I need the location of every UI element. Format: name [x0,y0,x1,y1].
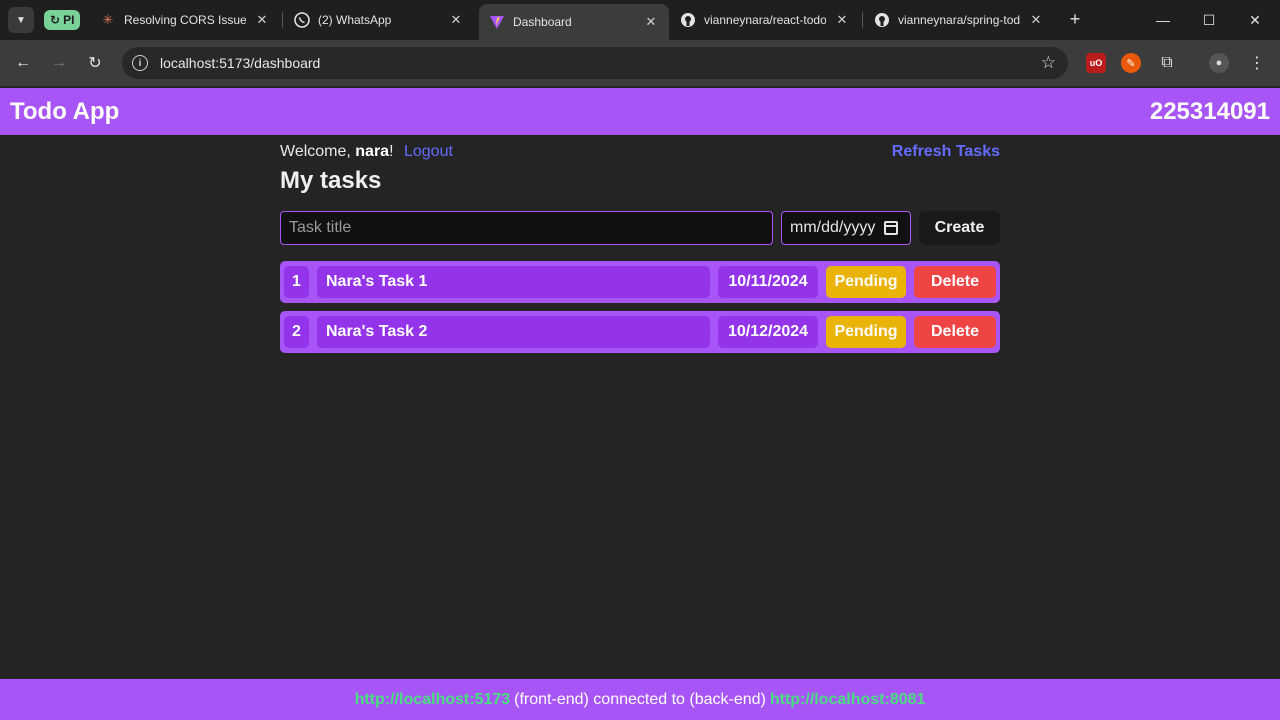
task-list: 1 Nara's Task 1 10/11/2024 Pending Delet… [280,261,1000,361]
whatsapp-icon [294,12,310,28]
task-title: Nara's Task 2 [317,316,710,348]
new-tab-button[interactable]: + [1064,8,1086,30]
task-row: 2 Nara's Task 2 10/12/2024 Pending Delet… [280,311,1000,353]
site-info-icon[interactable]: i [132,55,148,71]
welcome-suffix: ! [389,143,394,160]
backend-url: http://localhost:8081 [769,690,926,708]
puzzle-icon[interactable]: ⧉ [1157,53,1177,73]
welcome-message: Welcome, nara! Logout [280,143,453,161]
close-icon[interactable]: ✕ [643,14,659,30]
create-button[interactable]: Create [919,211,1000,245]
plus-icon: + [1069,8,1081,29]
task-title-input[interactable] [280,211,773,245]
tab-group-chip[interactable]: ↻ PI [44,10,81,30]
tab-title: Resolving CORS Issues [124,13,246,27]
arrow-right-icon: → [51,54,67,71]
more-menu-icon[interactable]: ⋮ [1247,53,1267,73]
tab-separator [282,12,283,28]
url-text[interactable]: localhost:5173/dashboard [160,55,1041,71]
task-date: 10/12/2024 [718,316,818,348]
address-bar[interactable]: i localhost:5173/dashboard ☆ [122,47,1068,79]
close-window-button[interactable]: ✕ [1232,0,1278,40]
delete-button[interactable]: Delete [914,266,996,298]
task-date: 10/11/2024 [718,266,818,298]
ublock-extension-icon[interactable]: uO [1086,53,1106,73]
github-icon [680,12,696,28]
status-toggle-button[interactable]: Pending [826,316,906,348]
reload-icon: ↻ [88,55,102,72]
minimize-button[interactable]: — [1140,0,1186,40]
calendar-icon[interactable] [884,221,898,235]
tab-search-button[interactable]: ▼ [8,7,34,33]
task-title: Nara's Task 1 [317,266,710,298]
close-icon[interactable]: ✕ [254,12,270,28]
footer-text: (front-end) connected to (back-end) [514,690,766,708]
task-id: 2 [284,316,309,348]
username: nara [355,143,390,160]
tab-group-label: PI [63,13,75,27]
profile-avatar[interactable]: ● [1209,53,1229,73]
forward-button[interactable]: → [46,50,72,76]
tab-title: vianneynara/spring-todo [898,13,1020,27]
user-id: 225314091 [1149,97,1270,125]
back-button[interactable]: ← [10,50,36,76]
tab-spring-todo[interactable]: vianneynara/spring-todo ✕ [864,4,1054,36]
tab-title: vianneynara/react-todo [704,13,826,27]
arrow-left-icon: ← [15,54,31,71]
maximize-icon: ☐ [1202,11,1216,28]
github-icon [874,12,890,28]
app-header: Todo App 225314091 [0,88,1280,135]
close-icon[interactable]: ✕ [448,12,464,28]
vite-icon [489,14,505,30]
tab-dashboard[interactable]: Dashboard ✕ [479,4,669,40]
delete-button[interactable]: Delete [914,316,996,348]
extension-icon[interactable]: ✎ [1121,53,1141,73]
status-toggle-button[interactable]: Pending [826,266,906,298]
tab-title: Dashboard [513,15,572,29]
tab-cors[interactable]: ✳ Resolving CORS Issues ✕ [90,4,280,36]
app-title: Todo App [10,97,120,125]
asterisk-icon: ✳ [102,12,114,27]
tab-react-todo[interactable]: vianneynara/react-todo ✕ [670,4,860,36]
welcome-prefix: Welcome, [280,143,356,160]
tab-separator [862,12,863,28]
task-date-input[interactable]: mm/dd/yyyy [781,211,911,245]
bookmark-star-icon[interactable]: ☆ [1041,53,1056,73]
date-placeholder: mm/dd/yyyy [790,219,876,236]
tab-whatsapp[interactable]: (2) WhatsApp ✕ [284,4,474,36]
browser-toolbar: ← → ↻ i localhost:5173/dashboard ☆ uO ✎ … [0,40,1280,87]
browser-tab-bar: ▼ ↻ PI ✳ Resolving CORS Issues ✕ (2) Wha… [0,0,1280,40]
logout-link[interactable]: Logout [404,143,453,160]
frontend-url: http://localhost:5173 [354,690,511,708]
maximize-button[interactable]: ☐ [1186,0,1232,40]
welcome-row: Welcome, nara! Logout Refresh Tasks [280,143,1000,161]
create-task-form: mm/dd/yyyy Create [280,211,1000,245]
refresh-group-icon: ↻ [50,13,61,27]
close-icon[interactable]: ✕ [834,12,850,28]
tab-title: (2) WhatsApp [318,13,392,27]
page-title: My tasks [280,167,382,194]
refresh-tasks-link[interactable]: Refresh Tasks [892,143,1000,161]
task-id: 1 [284,266,309,298]
minimize-icon: — [1156,12,1170,28]
chevron-down-icon: ▼ [16,14,26,26]
close-icon[interactable]: ✕ [1028,12,1044,28]
task-row: 1 Nara's Task 1 10/11/2024 Pending Delet… [280,261,1000,303]
reload-button[interactable]: ↻ [82,50,108,76]
close-icon: ✕ [1249,11,1261,28]
app-footer: http://localhost:5173 (front-end) connec… [0,679,1280,720]
